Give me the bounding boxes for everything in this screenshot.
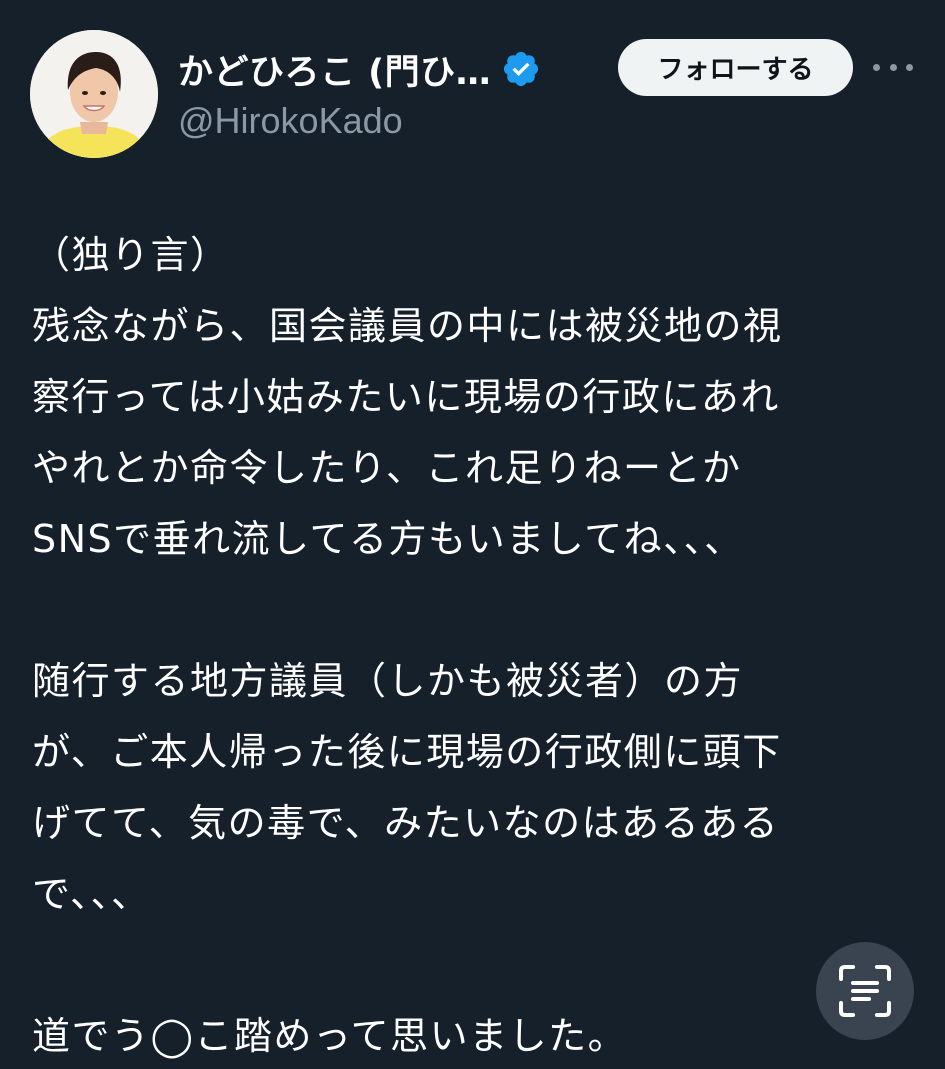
tweet-line: で、、、 — [32, 872, 151, 916]
tweet-line: 察行っては小姑みたいに現場の行政にあれ — [32, 375, 780, 419]
profile-photo-icon — [30, 30, 158, 158]
author-name-row: かどひろこ (門ひ… — [178, 45, 541, 93]
tweet-line: （独り言） — [32, 233, 230, 277]
scan-glyph-icon — [839, 965, 891, 1017]
text-scan-icon[interactable] — [816, 942, 914, 1040]
tweet-line: 随行する地方議員（しかも被災者）の方 — [32, 659, 744, 703]
avatar[interactable] — [30, 30, 158, 158]
more-dot — [889, 63, 897, 71]
more-horizontal-icon[interactable] — [873, 52, 913, 82]
more-dot — [873, 63, 880, 71]
verified-badge-icon[interactable] — [501, 49, 541, 89]
user-handle[interactable]: @HirokoKado — [178, 100, 403, 142]
tweet-line: が、ご本人帰った後に現場の行政側に頭下 — [32, 730, 782, 774]
tweet-line: げてて、気の毒で、みたいなのはあるある — [32, 801, 780, 845]
follow-button[interactable]: フォローする — [618, 39, 853, 96]
tweet-text: （独り言） 残念ながら、国会議員の中には被災地の視 察行っては小姑みたいに現場の… — [32, 220, 912, 1069]
display-name[interactable]: かどひろこ (門ひ… — [178, 44, 491, 95]
tweet-line: やれとか命令したり、これ足りねーとか — [32, 446, 742, 490]
tweet-line: 残念ながら、国会議員の中には被災地の視 — [32, 304, 783, 348]
tweet-line: 道でう◯こ踏めって思いました。 — [32, 1014, 628, 1058]
tweet-line: SNSで垂れ流してる方もいましてね、、、 — [32, 517, 744, 561]
more-dot — [906, 63, 913, 71]
tweet-card: かどひろこ (門ひ… @HirokoKado フォローする （独り言） 残念なが… — [0, 0, 945, 1069]
